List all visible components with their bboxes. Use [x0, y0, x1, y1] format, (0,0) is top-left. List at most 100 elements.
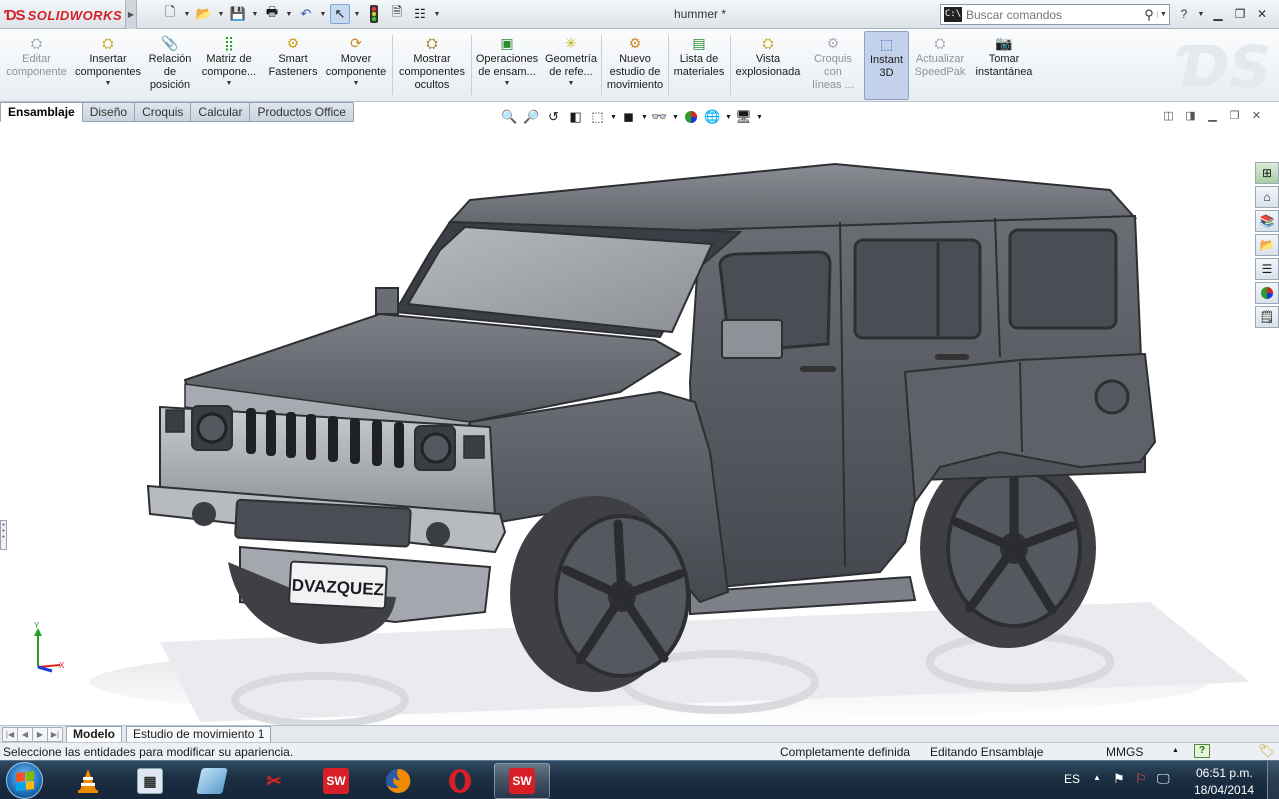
- search-input[interactable]: [966, 7, 1141, 22]
- last-tab-icon[interactable]: ▶|: [47, 726, 63, 742]
- menu-expand-arrow[interactable]: ▶: [125, 0, 137, 29]
- split-view-icon[interactable]: ◫: [1161, 109, 1176, 122]
- prev-tab-icon[interactable]: ◀: [17, 726, 33, 742]
- taskbar-firefox[interactable]: [370, 763, 426, 799]
- edit-appearance-icon[interactable]: [681, 108, 700, 127]
- new-document-icon[interactable]: 🗋: [160, 4, 180, 24]
- reference-geometry-button[interactable]: ✳ Geometría de refe... ▼: [543, 31, 599, 100]
- smart-fasteners-button[interactable]: ⚙ Smart Fasteners: [264, 31, 322, 100]
- close-icon[interactable]: ✕: [1253, 7, 1271, 21]
- restore-icon[interactable]: ❐: [1227, 109, 1242, 122]
- chevron-down-icon[interactable]: ▼: [610, 114, 617, 121]
- instant-3d-button[interactable]: ⬚ Instant 3D: [864, 31, 909, 100]
- zoom-to-fit-icon[interactable]: 🔍: [500, 108, 519, 127]
- command-search[interactable]: C:\ ⚲ ▼: [940, 4, 1170, 25]
- zoom-to-area-icon[interactable]: 🔎: [522, 108, 541, 127]
- chevron-down-icon[interactable]: ▼: [1197, 11, 1205, 18]
- chevron-down-icon[interactable]: ▼: [1157, 11, 1169, 18]
- taskbar-solidworks[interactable]: SW: [308, 763, 364, 799]
- minimize-icon[interactable]: ▁: [1205, 109, 1220, 122]
- show-hidden-components-button[interactable]: ⛭ Mostrar componentes ocultos: [396, 31, 468, 100]
- taskbar-solidworks-2[interactable]: SW: [494, 763, 550, 799]
- move-component-button[interactable]: ⟳ Mover componente ▼: [324, 31, 388, 100]
- network-icon[interactable]: ⚑: [1113, 771, 1125, 787]
- display-icon[interactable]: 🖵: [1157, 771, 1170, 787]
- minimize-icon[interactable]: ▁: [1209, 7, 1227, 21]
- take-snapshot-button[interactable]: 📷 Tomar instantánea: [971, 31, 1037, 100]
- tab-diseno[interactable]: Diseño: [81, 102, 136, 122]
- language-indicator[interactable]: ES: [1064, 772, 1080, 786]
- apply-scene-icon[interactable]: 🌐: [703, 108, 722, 127]
- tab-modelo[interactable]: Modelo: [66, 726, 122, 742]
- chevron-down-icon[interactable]: ▼: [504, 79, 511, 88]
- home-icon[interactable]: ⌂: [1255, 186, 1279, 208]
- close-icon[interactable]: ✕: [1249, 109, 1264, 122]
- next-tab-icon[interactable]: ▶: [32, 726, 48, 742]
- chevron-down-icon[interactable]: ▼: [251, 11, 259, 18]
- chevron-down-icon[interactable]: ▼: [433, 11, 441, 18]
- chevron-down-icon[interactable]: ▼: [353, 79, 360, 88]
- hide-show-items-icon[interactable]: 👓: [650, 108, 669, 127]
- insert-components-button[interactable]: ⛭ Insertar componentes ▼: [73, 31, 143, 100]
- help-icon[interactable]: ?: [1194, 744, 1210, 758]
- chevron-up-icon[interactable]: ▲: [1093, 773, 1101, 782]
- tab-ensamblaje[interactable]: Ensamblaje: [0, 102, 83, 122]
- design-library-icon[interactable]: 📚: [1255, 210, 1279, 232]
- print-icon[interactable]: 🖶: [262, 4, 282, 24]
- edit-component-button[interactable]: ⛭ Editar componente: [5, 31, 68, 100]
- solidworks-logo[interactable]: ƊS SOLIDWORKS: [4, 5, 122, 25]
- taskbar-opera[interactable]: [432, 763, 488, 799]
- rebuild-traffic-light-icon[interactable]: [364, 4, 384, 24]
- display-style-icon[interactable]: ◼: [619, 108, 638, 127]
- update-speedpak-button[interactable]: ⛭ Actualizar SpeedPak: [912, 31, 968, 100]
- tab-croquis[interactable]: Croquis: [134, 102, 192, 122]
- first-tab-icon[interactable]: |◀: [2, 726, 18, 742]
- search-icon[interactable]: ⚲: [1141, 7, 1157, 23]
- solidworks-resources-icon[interactable]: ⊞: [1255, 162, 1279, 184]
- show-desktop-button[interactable]: [1267, 761, 1279, 799]
- split-view-icon[interactable]: ◨: [1183, 109, 1198, 122]
- section-view-icon[interactable]: ◧: [566, 108, 585, 127]
- help-icon[interactable]: ?: [1175, 7, 1193, 21]
- chevron-down-icon[interactable]: ▼: [568, 79, 575, 88]
- taskbar-snipping-tool[interactable]: ✂: [246, 763, 302, 799]
- hummer-model[interactable]: DVAZQUEZ Y X: [0, 122, 1279, 725]
- assembly-features-button[interactable]: ▣ Operaciones de ensam... ▼: [474, 31, 540, 100]
- restore-icon[interactable]: ❐: [1231, 7, 1249, 21]
- custom-properties-icon[interactable]: 🗒: [1255, 306, 1279, 328]
- taskbar-vlc[interactable]: [60, 763, 116, 799]
- taskbar-calculator[interactable]: ▦: [122, 763, 178, 799]
- options-icon[interactable]: ☷: [410, 4, 430, 24]
- save-icon[interactable]: 💾: [228, 4, 248, 24]
- select-arrow-icon[interactable]: ↖: [330, 4, 350, 24]
- chevron-down-icon[interactable]: ▼: [725, 114, 732, 121]
- chevron-up-icon[interactable]: ▲: [1172, 747, 1179, 754]
- tag-icon[interactable]: 🏷: [1258, 743, 1275, 759]
- flag-icon[interactable]: ⚐: [1135, 771, 1147, 787]
- file-properties-icon[interactable]: 🗎: [387, 4, 407, 24]
- undo-icon[interactable]: ↶: [296, 4, 316, 24]
- chevron-down-icon[interactable]: ▼: [641, 114, 648, 121]
- explode-line-sketch-button[interactable]: ⚙ Croquis con líneas ...: [806, 31, 860, 100]
- chevron-down-icon[interactable]: ▼: [217, 11, 225, 18]
- bill-of-materials-button[interactable]: ▤ Lista de materiales: [671, 31, 727, 100]
- chevron-down-icon[interactable]: ▼: [672, 114, 679, 121]
- file-explorer-icon[interactable]: 📂: [1255, 234, 1279, 256]
- graphics-area[interactable]: DVAZQUEZ Y X • • •: [0, 122, 1279, 725]
- chevron-down-icon[interactable]: ▼: [353, 11, 361, 18]
- view-orientation-icon[interactable]: ⬚: [588, 108, 607, 127]
- previous-view-icon[interactable]: ↺: [544, 108, 563, 127]
- tab-motion-study[interactable]: Estudio de movimiento 1: [126, 726, 272, 742]
- chevron-down-icon[interactable]: ▼: [319, 11, 327, 18]
- appearances-icon[interactable]: [1255, 282, 1279, 304]
- view-settings-icon[interactable]: 🖥: [734, 108, 753, 127]
- tab-calcular[interactable]: Calcular: [190, 102, 251, 122]
- new-motion-study-button[interactable]: ⚙ Nuevo estudio de movimiento: [604, 31, 666, 100]
- chevron-down-icon[interactable]: ▼: [285, 11, 293, 18]
- feature-tree-expand-handle[interactable]: • • •: [0, 520, 7, 550]
- component-pattern-button[interactable]: ⣿ Matriz de compone... ▼: [198, 31, 260, 100]
- chevron-down-icon[interactable]: ▼: [105, 79, 112, 88]
- exploded-view-button[interactable]: ⛭ Vista explosionada: [733, 31, 803, 100]
- clock-time[interactable]: 06:51 p.m.: [1196, 766, 1253, 780]
- start-button[interactable]: [6, 762, 43, 799]
